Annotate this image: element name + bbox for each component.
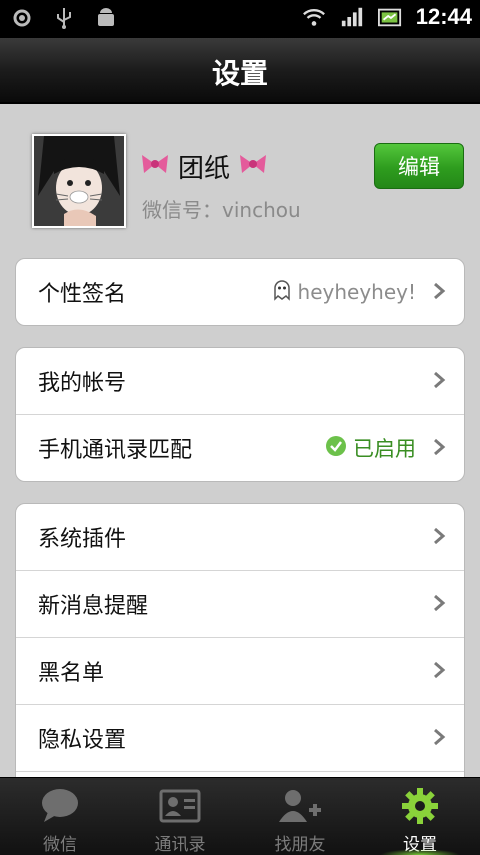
settings-group-signature: 个性签名 heyheyhey! xyxy=(15,258,465,326)
chevron-right-icon xyxy=(434,728,446,746)
row-label: 隐私设置 xyxy=(38,728,127,753)
add-friend-icon xyxy=(277,786,323,826)
nickname: 团纸 xyxy=(178,154,231,184)
tab-label: 设置 xyxy=(403,835,437,855)
row-privacy[interactable]: 隐私设置 xyxy=(16,705,464,772)
row-label: 系统插件 xyxy=(38,527,127,552)
row-label: 手机通讯录匹配 xyxy=(38,438,193,463)
row-label: 黑名单 xyxy=(38,661,105,686)
nickname-row: 团纸 xyxy=(140,148,268,185)
row-label: 我的帐号 xyxy=(38,371,127,396)
profile-section: 团纸 微信号：vinchou 编辑 xyxy=(0,104,480,254)
chevron-right-icon xyxy=(434,371,446,389)
settings-notification-icon xyxy=(10,6,34,30)
row-my-account[interactable]: 我的帐号 xyxy=(16,348,464,415)
bow-icon xyxy=(140,152,170,182)
chevron-right-icon xyxy=(434,661,446,679)
contacts-icon xyxy=(159,786,201,826)
usb-icon xyxy=(52,6,76,30)
bow-icon xyxy=(238,152,268,182)
chevron-right-icon xyxy=(434,527,446,545)
settings-group-system: 系统插件 新消息提醒 黑名单 隐私设置 xyxy=(15,503,465,795)
signature-text: heyheyhey! xyxy=(297,280,416,304)
chevron-right-icon xyxy=(434,594,446,612)
tab-label: 微信 xyxy=(43,835,77,855)
tab-label: 找朋友 xyxy=(274,835,326,855)
battery-icon xyxy=(377,5,402,29)
row-label: 个性签名 xyxy=(38,282,127,307)
page-title: 设置 xyxy=(211,57,268,90)
status-right-icons: 12:44 xyxy=(302,4,472,30)
row-value: heyheyhey! xyxy=(272,279,416,306)
status-left-icons xyxy=(10,6,118,30)
row-label: 新消息提醒 xyxy=(38,594,149,619)
avatar[interactable] xyxy=(32,134,126,228)
settings-group-account: 我的帐号 手机通讯录匹配 已启用 xyxy=(15,347,465,482)
tab-wechat[interactable]: 微信 xyxy=(0,778,120,855)
title-bar: 设置 xyxy=(0,38,480,104)
enabled-status: 已启用 xyxy=(353,437,416,461)
check-circle-icon xyxy=(325,435,347,462)
clock: 12:44 xyxy=(415,4,472,29)
ghost-icon xyxy=(272,279,292,306)
row-signature[interactable]: 个性签名 heyheyhey! xyxy=(16,259,464,325)
row-contacts-match[interactable]: 手机通讯录匹配 已启用 xyxy=(16,415,464,481)
row-plugins[interactable]: 系统插件 xyxy=(16,504,464,571)
row-blacklist[interactable]: 黑名单 xyxy=(16,638,464,705)
tab-find-friends[interactable]: 找朋友 xyxy=(240,778,360,855)
bottom-tab-bar: 微信 通讯录 找朋友 设置 xyxy=(0,777,480,855)
gear-icon xyxy=(400,786,440,826)
chat-icon xyxy=(40,786,80,826)
row-notifications[interactable]: 新消息提醒 xyxy=(16,571,464,638)
tab-label: 通讯录 xyxy=(154,835,206,855)
wifi-icon xyxy=(302,5,326,29)
tab-settings[interactable]: 设置 xyxy=(360,778,480,855)
chevron-right-icon xyxy=(434,438,446,456)
row-value: 已启用 xyxy=(325,433,416,463)
wechat-id: 微信号：vinchou xyxy=(142,198,301,222)
signal-icon xyxy=(340,5,364,29)
status-bar: 12:44 xyxy=(0,0,480,38)
edit-profile-button[interactable]: 编辑 xyxy=(374,143,464,189)
android-debug-icon xyxy=(94,6,118,30)
tab-contacts[interactable]: 通讯录 xyxy=(120,778,240,855)
chevron-right-icon xyxy=(434,282,446,300)
